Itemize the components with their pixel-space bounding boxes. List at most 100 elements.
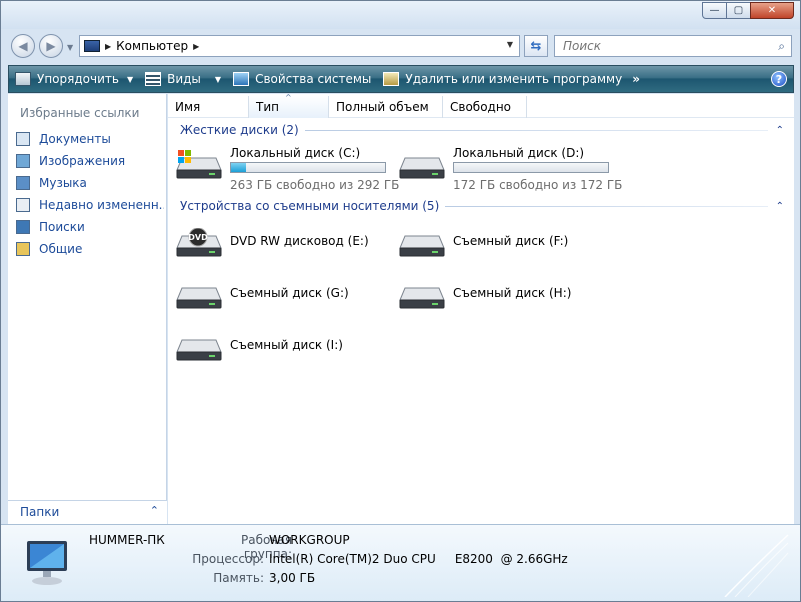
group-divider bbox=[304, 129, 768, 131]
sidebar-item[interactable]: Документы bbox=[16, 128, 164, 150]
search-box[interactable]: ⌕ bbox=[554, 35, 792, 57]
group-removable[interactable]: Устройства со съемными носителями (5) ⌃ bbox=[180, 197, 784, 215]
column-headers: Имя ^ Тип Полный объем Свободно bbox=[168, 93, 794, 118]
content-pane: Имя ^ Тип Полный объем Свободно Жесткие … bbox=[168, 93, 794, 524]
uninstall-program-label: Удалить или изменить программу bbox=[405, 72, 623, 86]
drive-free-space: 263 ГБ свободно из 292 ГБ bbox=[230, 178, 400, 192]
hard-disk-item[interactable]: Локальный диск (D:) 172 ГБ свободно из 17… bbox=[391, 144, 622, 192]
sidebar-item-label: Музыка bbox=[39, 176, 87, 190]
drive-name: Локальный диск (C:) bbox=[230, 146, 361, 160]
sidebar-item-label: Недавно измененн... bbox=[39, 198, 164, 212]
breadcrumb-arrow-icon[interactable]: ▶ bbox=[105, 42, 111, 51]
system-properties-label: Свойства системы bbox=[255, 72, 372, 86]
drive-name: Съемный диск (G:) bbox=[230, 286, 349, 300]
memory-value: 3,00 ГБ bbox=[269, 571, 316, 585]
chevron-down-icon: ▼ bbox=[214, 74, 222, 84]
search-input[interactable] bbox=[561, 38, 765, 54]
drive-free-space: 172 ГБ свободно из 172 ГБ bbox=[453, 178, 623, 192]
favorite-links-title: Избранные ссылки bbox=[20, 106, 140, 120]
address-bar[interactable]: ▶ Компьютер ▶ ▼ bbox=[79, 35, 520, 57]
command-bar: Упорядочить ▼ Виды ▼ Свойства системы Уд… bbox=[8, 65, 794, 93]
searches-icon bbox=[16, 220, 30, 234]
dvd-drive-icon: DVD bbox=[176, 228, 222, 257]
memory-label: Память: bbox=[213, 571, 264, 585]
window-controls: — ▢ ✕ bbox=[702, 2, 794, 19]
column-type-label: Тип bbox=[256, 100, 279, 114]
sidebar-item[interactable]: Общие bbox=[16, 238, 164, 260]
public-folder-icon bbox=[16, 242, 30, 256]
drive-name: Съемный диск (H:) bbox=[453, 286, 572, 300]
breadcrumb-computer[interactable]: Компьютер bbox=[116, 39, 188, 53]
drive-name: Съемный диск (I:) bbox=[230, 338, 343, 352]
uninstall-program-button[interactable]: Удалить или изменить программу bbox=[377, 66, 628, 92]
system-properties-button[interactable]: Свойства системы bbox=[227, 66, 377, 92]
pictures-icon bbox=[16, 154, 30, 168]
removable-disk-item[interactable]: Съемный диск (I:) bbox=[168, 326, 393, 372]
sidebar-item[interactable]: Музыка bbox=[16, 172, 164, 194]
column-total-size[interactable]: Полный объем bbox=[329, 96, 443, 118]
removable-drive-icon bbox=[399, 287, 445, 309]
organize-icon bbox=[15, 72, 31, 86]
drive-name: Локальный диск (D:) bbox=[453, 146, 585, 160]
dvd-drive-item[interactable]: DVD DVD RW дисковод (E:) bbox=[168, 222, 393, 268]
column-type[interactable]: ^ Тип bbox=[249, 93, 329, 118]
title-bar[interactable]: — ▢ ✕ bbox=[1, 1, 800, 29]
folders-bar[interactable]: Папки ⌃ bbox=[8, 500, 167, 524]
column-free-space[interactable]: Свободно bbox=[443, 96, 527, 118]
system-properties-icon bbox=[233, 72, 250, 86]
navigation-bar: ◀ ▶ ▼ ▶ Компьютер ▶ ▼ ⇆ ⌕ bbox=[1, 29, 800, 63]
details-pane: HUMMER-ПК Рабочая группа: WORKGROUP Проц… bbox=[1, 524, 800, 601]
views-label: Виды bbox=[167, 72, 201, 86]
decorative-swoosh bbox=[724, 534, 789, 597]
drive-name: Съемный диск (F:) bbox=[453, 234, 569, 248]
chevron-up-icon[interactable]: ⌃ bbox=[776, 201, 784, 212]
group-hard-disks-title: Жесткие диски (2) bbox=[180, 123, 299, 137]
removable-drive-icon bbox=[176, 287, 222, 309]
drive-usage-bar bbox=[230, 162, 386, 173]
hard-drive-icon bbox=[399, 157, 445, 179]
hard-disk-item[interactable]: Локальный диск (C:) 263 ГБ свободно из 29… bbox=[168, 144, 399, 192]
recent-pages-dropdown[interactable]: ▼ bbox=[67, 43, 73, 52]
organize-button[interactable]: Упорядочить ▼ bbox=[9, 66, 139, 92]
close-button[interactable]: ✕ bbox=[750, 2, 794, 19]
computer-name: HUMMER-ПК bbox=[89, 533, 165, 547]
favorite-links-list: Документы Изображения Музыка Недавно измене… bbox=[16, 128, 164, 260]
documents-icon bbox=[16, 132, 30, 146]
chevron-up-icon[interactable]: ⌃ bbox=[776, 125, 784, 136]
removable-disk-item[interactable]: Съемный диск (H:) bbox=[391, 274, 616, 320]
forward-button[interactable]: ▶ bbox=[39, 34, 63, 58]
address-dropdown-icon[interactable]: ▼ bbox=[507, 40, 513, 49]
removable-disk-item[interactable]: Съемный диск (F:) bbox=[391, 222, 616, 268]
navigation-pane: Избранные ссылки Документы Изображения Муз… bbox=[8, 94, 167, 524]
group-hard-disks[interactable]: Жесткие диски (2) ⌃ bbox=[180, 121, 784, 139]
chevron-down-icon: ▼ bbox=[126, 74, 134, 84]
processor-label: Процессор: bbox=[192, 552, 264, 566]
chevron-up-icon[interactable]: ⌃ bbox=[150, 504, 159, 517]
processor-value: Intel(R) Core(TM)2 Duo CPU E8200 @ 2.66G… bbox=[269, 552, 568, 566]
sidebar-item[interactable]: Недавно измененн... bbox=[16, 194, 164, 216]
sidebar-item[interactable]: Поиски bbox=[16, 216, 164, 238]
maximize-button[interactable]: ▢ bbox=[726, 2, 751, 19]
back-button[interactable]: ◀ bbox=[11, 34, 35, 58]
column-name[interactable]: Имя bbox=[168, 96, 249, 118]
sidebar-item[interactable]: Изображения bbox=[16, 150, 164, 172]
more-commands-button[interactable]: » bbox=[632, 72, 640, 86]
group-removable-title: Устройства со съемными носителями (5) bbox=[180, 199, 440, 213]
removable-disk-item[interactable]: Съемный диск (G:) bbox=[168, 274, 393, 320]
refresh-button[interactable]: ⇆ bbox=[524, 35, 548, 57]
minimize-button[interactable]: — bbox=[702, 2, 727, 19]
organize-label: Упорядочить bbox=[37, 72, 119, 86]
sidebar-item-label: Документы bbox=[39, 132, 111, 146]
drive-usage-fill bbox=[231, 163, 247, 172]
help-icon[interactable]: ? bbox=[771, 71, 787, 87]
views-button[interactable]: Виды ▼ bbox=[139, 66, 227, 92]
breadcrumb-arrow-icon[interactable]: ▶ bbox=[193, 42, 199, 51]
sidebar-item-label: Изображения bbox=[39, 154, 126, 168]
folders-label: Папки bbox=[20, 505, 60, 519]
search-icon[interactable]: ⌕ bbox=[778, 39, 785, 54]
removable-drive-icon bbox=[399, 235, 445, 257]
workgroup-value: WORKGROUP bbox=[269, 533, 350, 547]
drive-usage-bar bbox=[453, 162, 609, 173]
svg-text:DVD: DVD bbox=[188, 233, 208, 242]
views-icon bbox=[145, 72, 162, 86]
